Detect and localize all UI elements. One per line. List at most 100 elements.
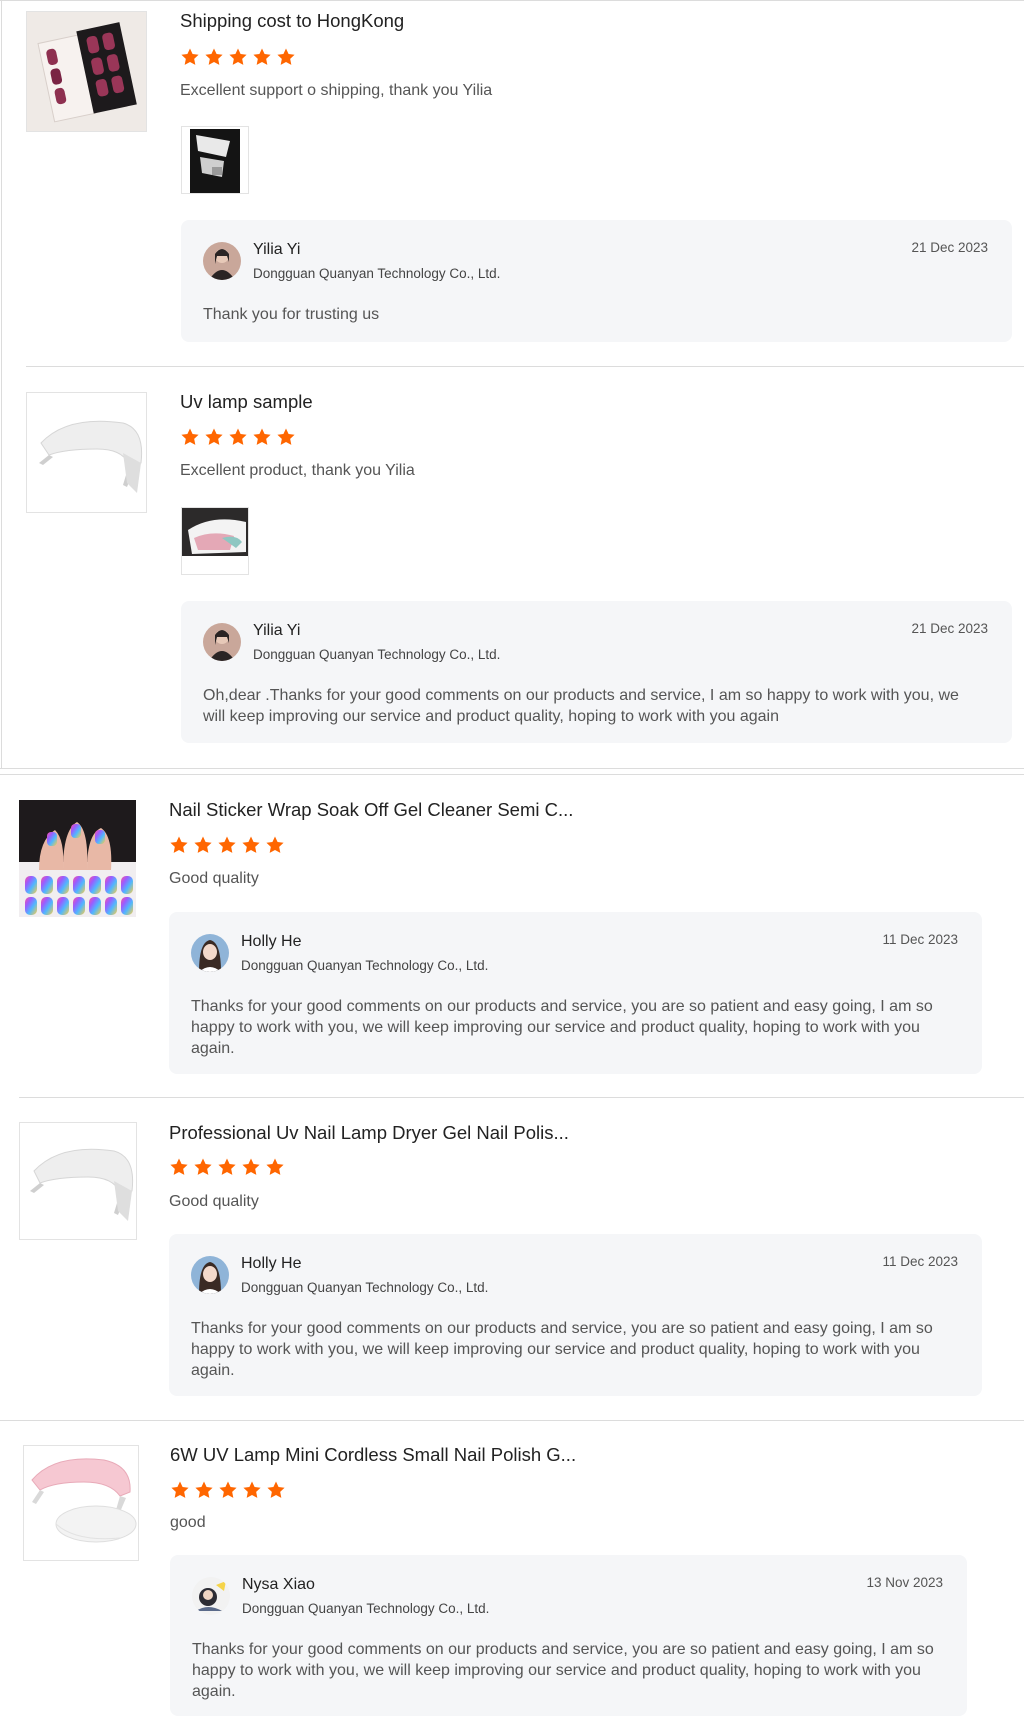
supplier-reply: Yilia Yi Dongguan Quanyan Technology Co.… (181, 601, 1012, 743)
reply-text-line: happy to work with you, we will keep imp… (191, 1341, 920, 1358)
company-name: Dongguan Quanyan Technology Co., Ltd. (242, 1601, 490, 1616)
avatar-image (191, 1256, 229, 1294)
reply-text-line: again. (192, 1683, 236, 1700)
product-title[interactable]: Shipping cost to HongKong (180, 10, 404, 32)
star-icon (180, 427, 200, 447)
reply-text: Thanks for your good comments on our pro… (192, 1639, 934, 1702)
star-icon (204, 47, 224, 67)
reply-text-line: Oh,dear .Thanks for your good comments o… (203, 687, 959, 704)
star-icon (169, 835, 189, 855)
reply-text-line: again. (191, 1040, 235, 1057)
review-comment: Good quality (169, 1193, 259, 1210)
supplier-reply: Yilia Yi Dongguan Quanyan Technology Co.… (181, 220, 1012, 342)
avatar-image (203, 623, 241, 661)
star-icon (193, 835, 213, 855)
photo-image (182, 508, 248, 574)
reply-text-line: Thanks for your good comments on our pro… (192, 1641, 934, 1658)
product-thumbnail[interactable] (19, 800, 136, 917)
supplier-reply: Holly He Dongguan Quanyan Technology Co.… (169, 1234, 982, 1396)
product-thumbnail[interactable] (19, 1122, 137, 1240)
product-thumbnail[interactable] (26, 11, 147, 132)
uv-lamp-image (27, 393, 146, 512)
star-icon (266, 1480, 286, 1500)
photo-image (190, 129, 240, 193)
replier-name: Yilia Yi (253, 241, 301, 258)
star-icon (217, 835, 237, 855)
avatar-image (191, 934, 229, 972)
avatar-image (203, 242, 241, 280)
company-name: Dongguan Quanyan Technology Co., Ltd. (241, 958, 489, 973)
avatar (191, 1256, 229, 1294)
star-icon (276, 427, 296, 447)
avatar (203, 623, 241, 661)
replier-name: Holly He (241, 933, 302, 950)
star-icon (170, 1480, 190, 1500)
product-title[interactable]: Nail Sticker Wrap Soak Off Gel Cleaner S… (169, 799, 573, 821)
star-icon (228, 47, 248, 67)
reply-text-line: happy to work with you, we will keep imp… (192, 1662, 921, 1679)
review-photo[interactable] (181, 507, 249, 575)
rating-stars (169, 1157, 285, 1177)
star-icon (217, 1157, 237, 1177)
supplier-reply: Holly He Dongguan Quanyan Technology Co.… (169, 912, 982, 1074)
avatar (192, 1577, 230, 1615)
reply-text-line: Thanks for your good comments on our pro… (191, 998, 933, 1015)
supplier-reply: Nysa Xiao Dongguan Quanyan Technology Co… (170, 1555, 967, 1716)
star-icon (218, 1480, 238, 1500)
nail-wrap-image (27, 12, 146, 131)
rating-stars (180, 47, 296, 67)
reply-text-line: happy to work with you, we will keep imp… (191, 1019, 920, 1036)
company-name: Dongguan Quanyan Technology Co., Ltd. (253, 647, 501, 662)
reply-date: 11 Dec 2023 (882, 932, 958, 947)
reply-text: Thanks for your good comments on our pro… (191, 996, 933, 1059)
product-title[interactable]: Professional Uv Nail Lamp Dryer Gel Nail… (169, 1122, 569, 1144)
star-icon (242, 1480, 262, 1500)
star-icon (241, 835, 261, 855)
reply-date: 21 Dec 2023 (911, 621, 988, 636)
rating-stars (180, 427, 296, 447)
avatar-image (192, 1577, 230, 1615)
review-comment: good (170, 1514, 206, 1531)
company-name: Dongguan Quanyan Technology Co., Ltd. (241, 1280, 489, 1295)
star-icon (265, 1157, 285, 1177)
product-title[interactable]: Uv lamp sample (180, 391, 313, 413)
star-icon (194, 1480, 214, 1500)
star-icon (252, 427, 272, 447)
review-photo[interactable] (181, 126, 249, 194)
product-thumbnail[interactable] (26, 392, 147, 513)
reply-text-line: Thanks for your good comments on our pro… (191, 1320, 933, 1337)
reply-text: Thanks for your good comments on our pro… (191, 1318, 933, 1381)
product-thumbnail[interactable] (23, 1445, 139, 1561)
avatar (203, 242, 241, 280)
review-item: Professional Uv Nail Lamp Dryer Gel Nail… (0, 1097, 1024, 1420)
star-icon (228, 427, 248, 447)
review-comment: Excellent support o shipping, thank you … (180, 82, 493, 99)
product-title[interactable]: 6W UV Lamp Mini Cordless Small Nail Poli… (170, 1444, 576, 1466)
star-icon (241, 1157, 261, 1177)
reply-date: 11 Dec 2023 (882, 1254, 958, 1269)
star-icon (169, 1157, 189, 1177)
avatar (191, 934, 229, 972)
replier-name: Holly He (241, 1255, 302, 1272)
reply-text-line: again. (191, 1362, 235, 1379)
star-icon (276, 47, 296, 67)
review-divider (0, 768, 1024, 769)
review-item: 6W UV Lamp Mini Cordless Small Nail Poli… (0, 1420, 1024, 1733)
replier-name: Nysa Xiao (242, 1576, 315, 1593)
nail-sticker-image (19, 800, 136, 917)
replier-name: Yilia Yi (253, 622, 301, 639)
reply-date: 21 Dec 2023 (911, 240, 988, 255)
reply-text: Oh,dear .Thanks for your good comments o… (203, 685, 959, 727)
star-icon (180, 47, 200, 67)
uv-lamp-image (24, 1446, 138, 1560)
review-item: Nail Sticker Wrap Soak Off Gel Cleaner S… (0, 774, 1024, 1098)
review-item: Shipping cost to HongKong Excellent supp… (0, 0, 1024, 366)
uv-lamp-image (20, 1123, 136, 1239)
star-icon (252, 47, 272, 67)
star-icon (265, 835, 285, 855)
star-icon (193, 1157, 213, 1177)
rating-stars (169, 835, 285, 855)
review-comment: Good quality (169, 870, 259, 887)
star-icon (204, 427, 224, 447)
reply-text-line: will keep improving our service and prod… (203, 708, 780, 725)
